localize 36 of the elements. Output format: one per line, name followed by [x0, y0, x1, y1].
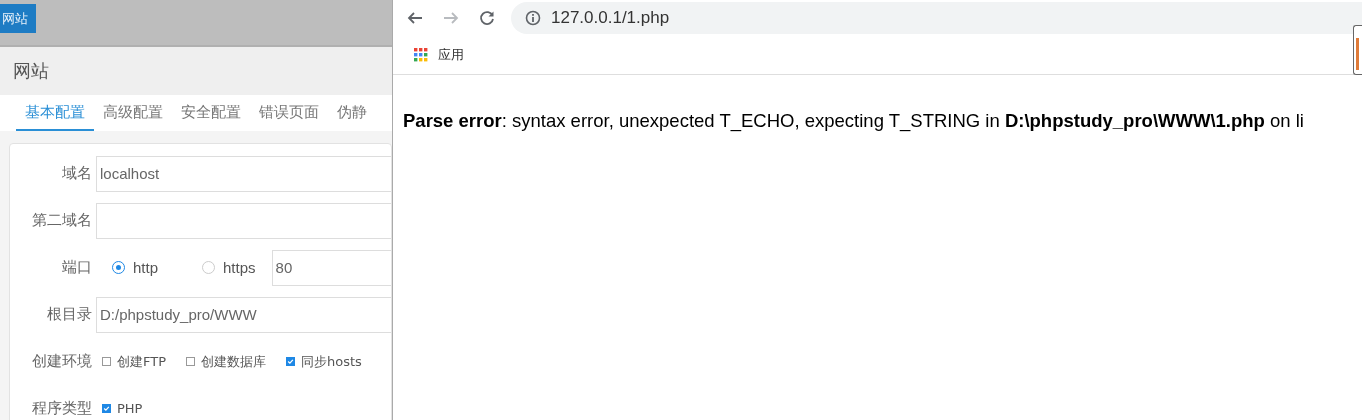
reload-icon[interactable]: [479, 10, 495, 26]
field-label: 程序类型: [31, 399, 92, 418]
checkbox[interactable]: [102, 357, 111, 366]
info-icon: [525, 10, 541, 26]
bookmark-item[interactable]: 应用: [414, 46, 464, 64]
tab[interactable]: 高级配置: [94, 95, 172, 129]
radio-label: https: [223, 259, 256, 276]
checkbox[interactable]: [286, 357, 296, 366]
checkbox[interactable]: [186, 357, 196, 366]
input-field[interactable]: D:/phpstudy_pro/WWW: [96, 296, 391, 333]
port-field[interactable]: 80: [271, 249, 391, 286]
error-message: Parse error: syntax error, unexpected T_ECHO, expecting T_STRING in D:\phpstudy_pro\WWW\1.php on li: [403, 110, 1305, 132]
tab[interactable]: 错误页面: [250, 95, 328, 129]
field-label: 创建环境: [31, 352, 92, 371]
checkbox[interactable]: [102, 404, 111, 413]
panel-title: 网站: [13, 59, 49, 83]
checkbox-label: PHP: [117, 401, 143, 416]
checkbox-label: 创建数据库: [201, 352, 267, 371]
input-field[interactable]: [96, 202, 391, 239]
back-icon[interactable]: [407, 10, 423, 26]
tab[interactable]: 基本配置: [16, 95, 94, 131]
field-label: 域名: [61, 164, 92, 183]
tab[interactable]: 伪静: [328, 95, 376, 129]
checkbox-label: 创建FTP: [117, 352, 167, 371]
apps-grid-icon: [414, 48, 428, 62]
field-label: 根目录: [46, 305, 92, 324]
field-label: 端口: [61, 258, 92, 277]
radio-label: http: [133, 259, 159, 276]
extension-icon[interactable]: [1353, 25, 1362, 75]
address-bar[interactable]: 127.0.0.1/1.php: [511, 2, 1362, 34]
input-field[interactable]: localhost: [96, 155, 391, 192]
field-label: 第二域名: [31, 211, 92, 230]
checkbox-label: 同步hosts: [301, 352, 362, 371]
url-text: 127.0.0.1/1.php: [551, 8, 670, 28]
tab[interactable]: 安全配置: [172, 95, 250, 129]
add-site-button[interactable]: 网站: [0, 4, 36, 33]
